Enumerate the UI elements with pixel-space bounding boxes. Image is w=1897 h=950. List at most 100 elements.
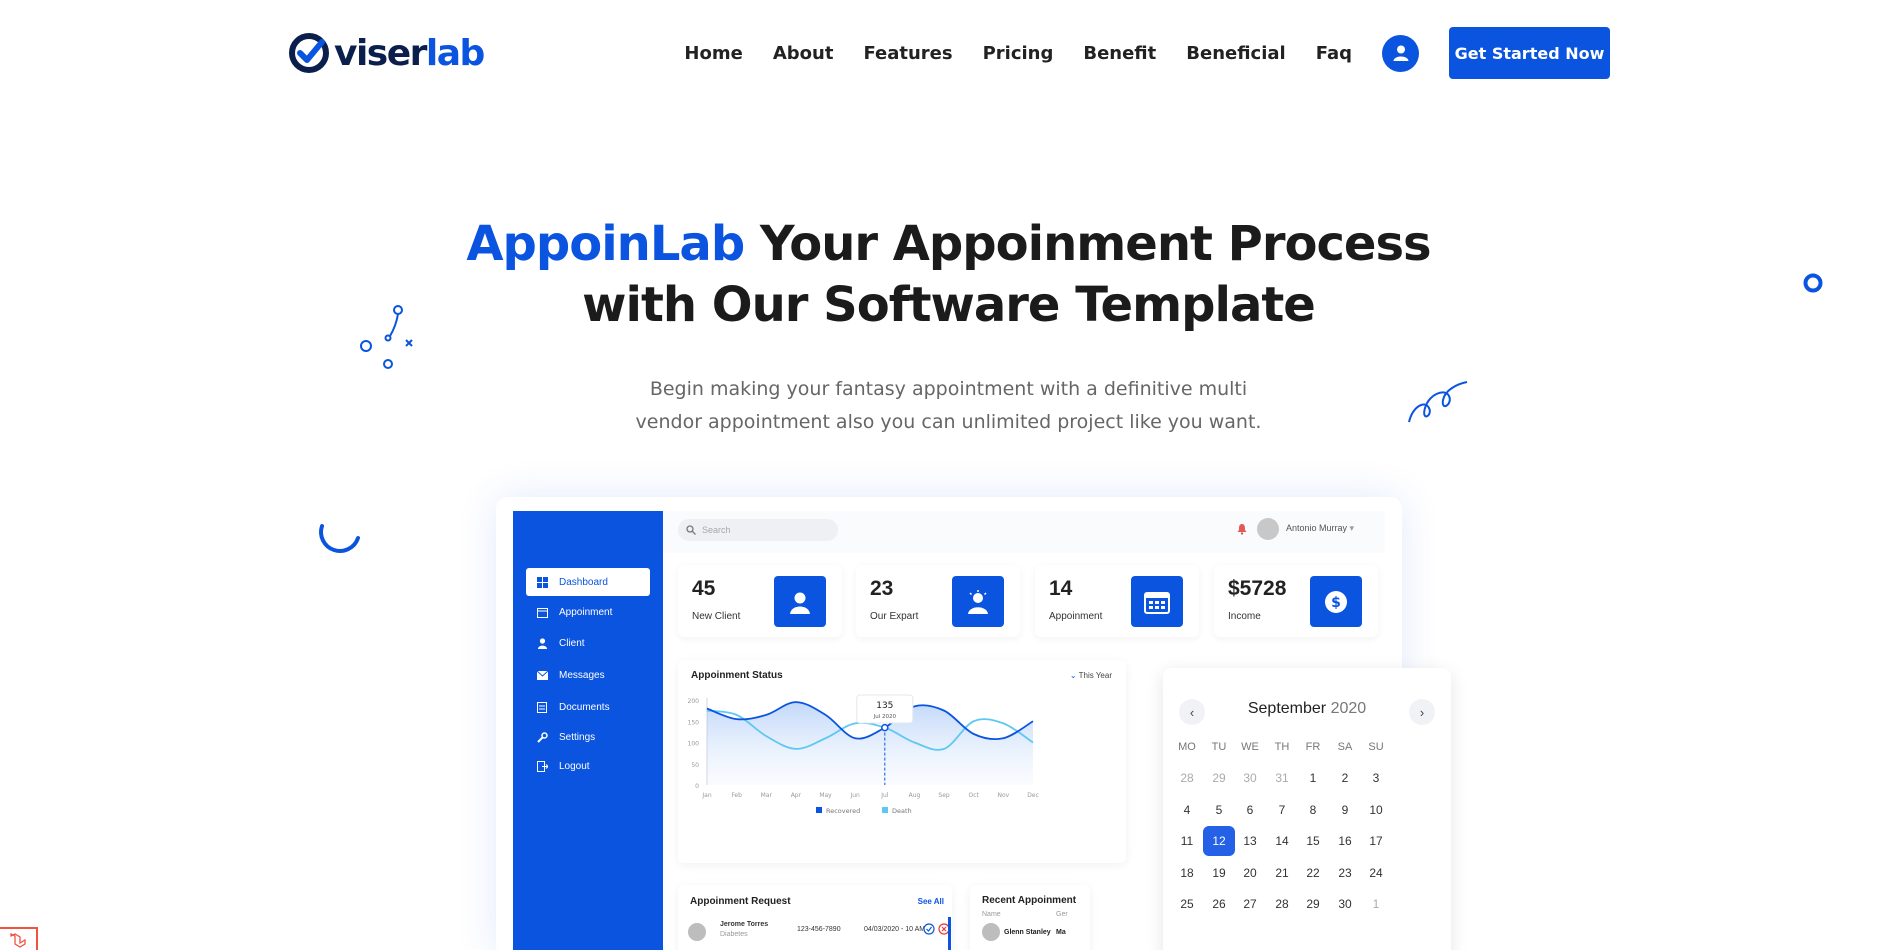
calendar-day[interactable]: 30 (1329, 889, 1361, 919)
calendar-day[interactable]: 28 (1266, 889, 1298, 919)
tooltip-value: 135 (876, 701, 893, 711)
calendar-day[interactable]: 7 (1266, 795, 1298, 825)
calendar-day[interactable]: 4 (1171, 795, 1203, 825)
main-menu: Home About Features Pricing Benefit Bene… (684, 27, 1610, 79)
calendar-day[interactable]: 8 (1297, 795, 1329, 825)
avatar[interactable] (1257, 518, 1279, 540)
calendar-day[interactable]: 19 (1203, 858, 1235, 888)
y-tick-label: 150 (688, 719, 700, 726)
sidebar-item-settings[interactable]: Settings (526, 723, 650, 751)
calendar-day[interactable]: 28 (1171, 763, 1203, 793)
stat-card-new-client: 45 New Client (678, 565, 842, 637)
calendar-day[interactable]: 26 (1203, 889, 1235, 919)
sidebar-item-messages[interactable]: Messages (526, 661, 650, 689)
framework-badge[interactable] (0, 927, 38, 950)
calendar-day[interactable]: 22 (1297, 858, 1329, 888)
appoinment-status-panel: Appoinment Status ⌄ This Year 0 50 100 150 2… (678, 660, 1126, 863)
sidebar-item-dashboard[interactable]: Dashboard (526, 568, 650, 596)
calendar-day[interactable]: 1 (1360, 889, 1392, 919)
next-month-button[interactable]: › (1409, 699, 1435, 725)
calendar-day[interactable]: 3 (1360, 763, 1392, 793)
series-point (1032, 720, 1034, 722)
stat-card-income: $5728 Income $ (1214, 565, 1378, 637)
calendar-icon (1131, 576, 1183, 627)
logo-text-b: lab (425, 32, 485, 74)
calendar-day[interactable]: 27 (1234, 889, 1266, 919)
bell-icon[interactable] (1237, 523, 1247, 535)
series-point (765, 714, 767, 716)
stat-label: Appoinment (1049, 611, 1103, 622)
user-name[interactable]: Antonio Murray ▾ (1286, 523, 1354, 534)
wrench-icon (536, 731, 548, 743)
calendar-day[interactable]: 29 (1203, 763, 1235, 793)
series-point (943, 709, 945, 711)
x-tick-label: May (819, 792, 832, 799)
calendar-day[interactable]: 20 (1234, 858, 1266, 888)
calendar-day[interactable]: 1 (1297, 763, 1329, 793)
user-icon (536, 637, 548, 649)
x-tick-label: Oct (969, 792, 980, 799)
search-placeholder: Search (702, 525, 731, 535)
see-all-link[interactable]: See All (918, 897, 944, 906)
hero-subtitle-line-2: vendor appointment also you can unlimite… (635, 411, 1262, 433)
calendar-day[interactable]: 2 (1329, 763, 1361, 793)
calendar-day[interactable]: 16 (1329, 826, 1361, 856)
patient-name: Glenn Stanley (1004, 929, 1051, 936)
calendar-day[interactable]: 17 (1360, 826, 1392, 856)
calendar-day[interactable]: 25 (1171, 889, 1203, 919)
calendar-day[interactable]: 14 (1266, 826, 1298, 856)
logo[interactable]: viserlab (288, 32, 485, 74)
calendar-day[interactable]: 13 (1234, 826, 1266, 856)
calendar-day[interactable]: 31 (1266, 763, 1298, 793)
avatar (688, 923, 706, 941)
calendar-day[interactable]: 23 (1329, 858, 1361, 888)
patient-condition: Diabetes (720, 931, 748, 938)
calendar-day[interactable]: 29 (1297, 889, 1329, 919)
nav-home[interactable]: Home (684, 43, 742, 64)
series-point (706, 707, 708, 709)
nav-benefit[interactable]: Benefit (1083, 43, 1156, 64)
sidebar-item-logout[interactable]: Logout (526, 752, 650, 780)
hover-point (881, 723, 889, 732)
search-icon (686, 525, 696, 535)
calendar-day[interactable]: 18 (1171, 858, 1203, 888)
laravel-logo-icon (10, 932, 26, 948)
calendar-day[interactable]: 12 (1203, 826, 1235, 856)
calendar-day[interactable]: 24 (1360, 858, 1392, 888)
nav-faq[interactable]: Faq (1316, 43, 1352, 64)
hero-title-accent: AppoinLab (466, 216, 745, 272)
x-tick-label: Apr (791, 792, 802, 799)
weekday-label: SA (1337, 741, 1353, 753)
series-point (973, 733, 975, 735)
logo-check-icon (289, 33, 329, 73)
nav-features[interactable]: Features (863, 43, 952, 64)
user-icon (1393, 45, 1408, 61)
accept-icon[interactable] (923, 923, 935, 935)
calendar-day[interactable]: 6 (1234, 795, 1266, 825)
sidebar-item-label: Documents (559, 701, 610, 713)
get-started-button[interactable]: Get Started Now (1449, 27, 1610, 79)
sidebar-item-documents[interactable]: Documents (526, 693, 650, 721)
chevron-down-icon: ▾ (1349, 523, 1355, 533)
calendar-day[interactable]: 10 (1360, 795, 1392, 825)
calendar-day[interactable]: 9 (1329, 795, 1361, 825)
nav-pricing[interactable]: Pricing (983, 43, 1054, 64)
patient-gender: Ma (1056, 929, 1066, 936)
scrollbar[interactable] (948, 917, 951, 950)
decor-arc-icon (319, 524, 360, 553)
dollar-icon: $ (1310, 576, 1362, 627)
calendar-day[interactable]: 30 (1234, 763, 1266, 793)
nav-beneficial[interactable]: Beneficial (1186, 43, 1285, 64)
sidebar-item-appoinment[interactable]: Appoinment (526, 598, 650, 626)
calendar-day[interactable]: 21 (1266, 858, 1298, 888)
search-input[interactable]: Search (678, 519, 838, 541)
calendar-day[interactable]: 11 (1171, 826, 1203, 856)
sidebar-item-client[interactable]: Client (526, 629, 650, 657)
sidebar-item-label: Appoinment (559, 606, 613, 618)
chevron-right-icon: › (1419, 704, 1425, 720)
calendar-day[interactable]: 5 (1203, 795, 1235, 825)
calendar-day[interactable]: 15 (1297, 826, 1329, 856)
nav-about[interactable]: About (773, 43, 834, 64)
user-account-button[interactable] (1382, 34, 1419, 72)
hero-subtitle-line-1: Begin making your fantasy appointment wi… (649, 378, 1248, 400)
